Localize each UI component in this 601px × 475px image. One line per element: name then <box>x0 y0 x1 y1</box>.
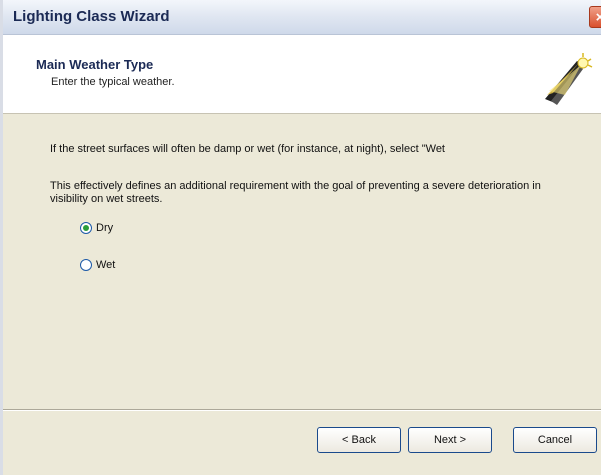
window-title: Lighting Class Wizard <box>13 8 170 25</box>
wizard-content: If the street surfaces will often be dam… <box>3 114 601 408</box>
page-title: Main Weather Type <box>36 57 154 72</box>
title-bar[interactable]: Lighting Class Wizard × <box>3 0 601 35</box>
page-subtitle: Enter the typical weather. <box>51 76 175 88</box>
radio-option-wet[interactable]: Wet <box>80 259 115 271</box>
cancel-button[interactable]: Cancel <box>513 427 597 453</box>
description-text: This effectively defines an additional r… <box>50 180 541 205</box>
wizard-window: Lighting Class Wizard × Main Weather Typ… <box>0 0 601 475</box>
radio-label-dry: Dry <box>96 222 114 234</box>
radio-button-dry[interactable] <box>80 222 92 234</box>
wizard-header: Main Weather Type Enter the typical weat… <box>3 35 601 114</box>
back-button[interactable]: < Back <box>317 427 401 453</box>
footer-divider <box>3 409 601 411</box>
radio-option-dry[interactable]: Dry <box>80 222 113 234</box>
wizard-lamp-icon <box>545 53 593 105</box>
radio-label-wet: Wet <box>96 259 116 271</box>
instruction-text: If the street surfaces will often be dam… <box>50 143 445 155</box>
close-icon[interactable]: × <box>589 6 601 28</box>
radio-button-wet[interactable] <box>80 259 92 271</box>
next-button[interactable]: Next > <box>408 427 492 453</box>
radio-selected-dot <box>83 225 89 231</box>
